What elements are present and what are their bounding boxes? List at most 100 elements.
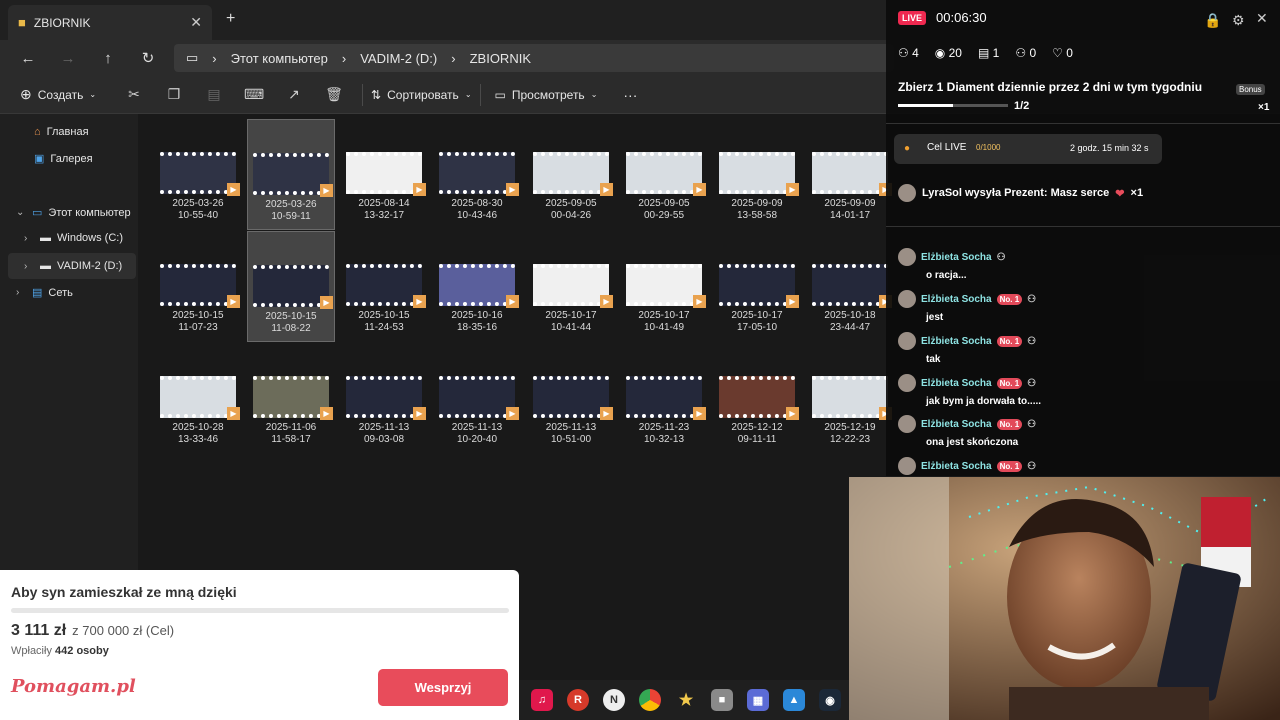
file-tile[interactable]: ▶ 2025-03-26 10-59-11 bbox=[247, 119, 335, 230]
file-tile[interactable]: ▶ 2025-03-26 10-55-40 bbox=[154, 152, 242, 222]
file-tile[interactable]: ▶ 2025-11-13 10-51-00 bbox=[527, 376, 615, 446]
new-tab-button[interactable]: + bbox=[226, 10, 235, 28]
chat-author[interactable]: Elżbieta Socha bbox=[921, 461, 992, 472]
create-button[interactable]: ⊕ Создать ⌄ bbox=[20, 86, 96, 103]
file-time: 10-32-13 bbox=[643, 434, 685, 445]
gift-count: ×1 bbox=[1130, 187, 1144, 199]
chat-author[interactable]: Elżbieta Socha bbox=[921, 378, 992, 389]
cut-icon[interactable]: ✂ bbox=[114, 86, 154, 103]
play-icon: ▶ bbox=[600, 183, 613, 196]
file-tile[interactable]: ▶ 2025-11-13 09-03-08 bbox=[340, 376, 428, 446]
tab-zbiornik[interactable]: ■ ZBIORNIK ✕ bbox=[8, 5, 212, 40]
photos-icon[interactable]: ▲ bbox=[783, 689, 805, 711]
file-tile[interactable]: ▶ 2025-12-1912-22-23 bbox=[806, 376, 894, 446]
file-tile[interactable]: ▶ 2025-10-17 10-41-44 bbox=[527, 264, 615, 334]
avatar[interactable] bbox=[898, 332, 916, 350]
fundraiser-progress-bar bbox=[11, 608, 509, 613]
file-tile[interactable]: ▶ 2025-10-17 10-41-49 bbox=[620, 264, 708, 334]
sidebar-item-vadim-d[interactable]: › ▬ VADIM-2 (D:) bbox=[8, 253, 136, 279]
chat-author[interactable]: Elżbieta Socha bbox=[921, 252, 992, 263]
sidebar-item-label: Windows (C:) bbox=[57, 232, 124, 244]
play-icon: ▶ bbox=[227, 183, 240, 196]
sidebar-item-gallery[interactable]: ▣ Галерея bbox=[34, 152, 93, 166]
file-tile[interactable]: ▶ 2025-11-23 10-32-13 bbox=[620, 376, 708, 446]
monitor-icon: ▭ bbox=[186, 50, 199, 65]
close-icon[interactable]: ✕ bbox=[1256, 10, 1268, 27]
chat-author[interactable]: Elżbieta Socha bbox=[921, 294, 992, 305]
breadcrumb-folder[interactable]: ZBIORNIK bbox=[470, 51, 531, 66]
file-tile[interactable]: ▶ 2025-12-12 09-11-11 bbox=[713, 376, 801, 446]
puzzle-icon[interactable]: ▦ bbox=[747, 689, 769, 711]
file-tile[interactable]: ▶ 2025-09-0914-01-17 bbox=[806, 152, 894, 222]
lock-icon[interactable]: 🔒 bbox=[1204, 12, 1221, 29]
breadcrumb-drive[interactable]: VADIM-2 (D:) bbox=[360, 51, 437, 66]
file-tile[interactable]: ▶ 2025-11-13 10-20-40 bbox=[433, 376, 521, 446]
file-tile[interactable]: ▶ 2025-09-09 13-58-58 bbox=[713, 152, 801, 222]
chevron-down-icon[interactable]: ⌄ bbox=[16, 207, 26, 218]
box-icon[interactable]: ■ bbox=[711, 689, 733, 711]
share-icon[interactable]: ↗ bbox=[274, 86, 314, 103]
sidebar-item-this-pc[interactable]: ⌄ ▭ Этот компьютер bbox=[16, 206, 131, 220]
file-tile[interactable]: ▶ 2025-10-17 17-05-10 bbox=[713, 264, 801, 334]
rename-icon[interactable]: ⌨ bbox=[234, 86, 274, 103]
avatar[interactable] bbox=[898, 457, 916, 475]
chevron-right-icon[interactable]: › bbox=[16, 287, 26, 298]
file-tile[interactable]: ▶ 2025-09-05 00-29-55 bbox=[620, 152, 708, 222]
sidebar-item-home[interactable]: ⌂ Главная bbox=[34, 126, 89, 138]
chat-author-row: Elżbieta Socha No. 1 ⚇ bbox=[898, 374, 1041, 392]
file-tile[interactable]: ▶ 2025-09-05 00-04-26 bbox=[527, 152, 615, 222]
refresh-icon[interactable]: ↻ bbox=[128, 49, 168, 67]
user-plus-icon: ⚇ bbox=[1015, 46, 1027, 60]
chrome-icon[interactable] bbox=[639, 689, 661, 711]
rank-badge: No. 1 bbox=[996, 377, 1023, 389]
play-icon: ▶ bbox=[413, 407, 426, 420]
avatar[interactable] bbox=[898, 290, 916, 308]
video-thumbnail: ▶ bbox=[346, 264, 426, 308]
file-tile[interactable]: ▶ 2025-10-15 11-08-22 bbox=[247, 231, 335, 342]
file-tile[interactable]: ▶ 2025-08-14 13-32-17 bbox=[340, 152, 428, 222]
file-tile[interactable]: ▶ 2025-11-06 11-58-17 bbox=[247, 376, 335, 446]
file-tile[interactable]: ▶ 2025-10-15 11-07-23 bbox=[154, 264, 242, 334]
avatar[interactable] bbox=[898, 415, 916, 433]
gear-icon[interactable]: ⚙ bbox=[1232, 12, 1245, 29]
view-button[interactable]: ▭ Просмотреть ⌄ bbox=[495, 88, 598, 102]
up-icon[interactable]: ↑ bbox=[88, 50, 128, 67]
avatar[interactable] bbox=[898, 248, 916, 266]
play-icon: ▶ bbox=[320, 296, 333, 309]
steam-icon[interactable]: ◉ bbox=[819, 689, 841, 711]
play-icon: ▶ bbox=[786, 407, 799, 420]
webcam-feed bbox=[849, 477, 1280, 720]
forward-icon[interactable]: → bbox=[48, 50, 88, 67]
play-icon: ▶ bbox=[786, 295, 799, 308]
tiktok-icon[interactable]: ♫ bbox=[531, 689, 553, 711]
delete-icon[interactable]: 🗑 bbox=[314, 86, 354, 103]
sidebar-item-network[interactable]: › ▤ Сеть bbox=[16, 286, 73, 300]
file-tile[interactable]: ▶ 2025-10-16 18-35-16 bbox=[433, 264, 521, 334]
more-options-button[interactable]: ··· bbox=[623, 87, 637, 103]
chevron-right-icon[interactable]: › bbox=[24, 233, 34, 244]
app-n-icon[interactable]: N bbox=[603, 689, 625, 711]
breadcrumb-this-pc[interactable]: Этот компьютер bbox=[231, 51, 328, 66]
chat-author[interactable]: Elżbieta Socha bbox=[921, 419, 992, 430]
close-tab-icon[interactable]: ✕ bbox=[190, 14, 202, 31]
live-goal[interactable]: ● Cel LIVE 0/1000 2 godz. 15 min 32 s bbox=[894, 134, 1162, 164]
file-tile[interactable]: ▶ 2025-08-30 10-43-46 bbox=[433, 152, 521, 222]
avatar[interactable] bbox=[898, 374, 916, 392]
file-date: 2025-11-13 bbox=[545, 422, 597, 433]
chevron-right-icon[interactable]: › bbox=[24, 261, 34, 272]
star-icon[interactable]: ★ bbox=[675, 689, 697, 711]
copy-icon[interactable]: ❐ bbox=[154, 86, 194, 103]
file-tile[interactable]: ▶ 2025-10-28 13-33-46 bbox=[154, 376, 242, 446]
app-r-icon[interactable]: R bbox=[567, 689, 589, 711]
sort-button[interactable]: ⇅ Сортировать ⌄ bbox=[371, 88, 471, 102]
file-tile[interactable]: ▶ 2025-10-1823-44-47 bbox=[806, 264, 894, 334]
sidebar-item-windows-c[interactable]: › ▬ Windows (C:) bbox=[24, 232, 123, 244]
people-icon: ⚇ bbox=[898, 46, 909, 60]
file-tile[interactable]: ▶ 2025-10-15 11-24-53 bbox=[340, 264, 428, 334]
support-button[interactable]: Wesprzyj bbox=[378, 669, 508, 706]
back-icon[interactable]: ← bbox=[8, 50, 48, 67]
paste-icon[interactable]: ▤ bbox=[194, 86, 234, 103]
breadcrumb[interactable]: ▭ › Этот компьютер › VADIM-2 (D:) › ZBIO… bbox=[174, 44, 894, 72]
chat-author[interactable]: Elżbieta Socha bbox=[921, 336, 992, 347]
video-thumbnail: ▶ bbox=[346, 152, 426, 196]
